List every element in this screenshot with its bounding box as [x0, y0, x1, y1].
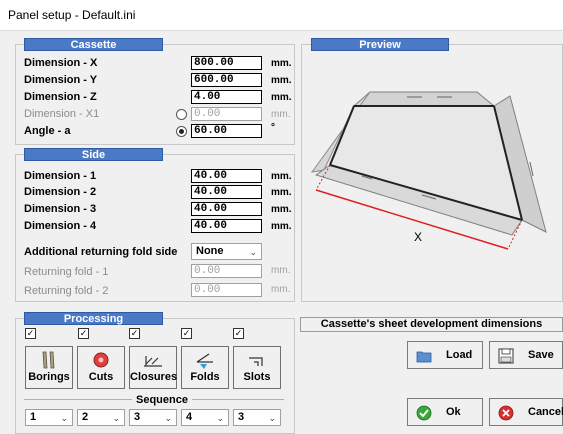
- returning-side-select[interactable]: None ⌄: [191, 243, 262, 260]
- dimension-1-input[interactable]: 40.00: [191, 169, 262, 183]
- dimension-3-unit: mm.: [271, 204, 292, 215]
- saw-blade-icon: [78, 350, 124, 370]
- chevron-down-icon: ⌄: [112, 413, 120, 423]
- borings-label: Borings: [28, 371, 70, 383]
- borings-checkbox[interactable]: ✓: [25, 328, 36, 339]
- processing-header: Processing: [24, 312, 163, 325]
- sequence-value-3: 3: [134, 411, 141, 423]
- title-bar: Panel setup - Default.ini: [0, 0, 563, 31]
- dimension-1-label: Dimension - 1: [24, 170, 97, 182]
- dimension-x-input[interactable]: 800.00: [191, 56, 262, 70]
- dimension-4-label: Dimension - 4: [24, 220, 97, 232]
- returning-fold-2-unit: mm.: [271, 284, 291, 295]
- sequence-select-5[interactable]: 3 ⌄: [233, 409, 281, 426]
- angle-a-input[interactable]: 60.00: [191, 124, 262, 138]
- returning-fold-2-label: Returning fold - 2: [24, 285, 109, 297]
- folder-icon: [416, 348, 432, 364]
- dimension-y-label: Dimension - Y: [24, 74, 98, 86]
- chevron-down-icon: ⌄: [249, 247, 257, 257]
- drill-icon: [26, 350, 72, 370]
- sequence-select-4[interactable]: 4 ⌄: [181, 409, 229, 426]
- folds-button[interactable]: Folds: [181, 346, 229, 389]
- dimension-4-unit: mm.: [271, 221, 292, 232]
- dimension-y-unit: mm.: [271, 75, 292, 86]
- dimension-y-input[interactable]: 600.00: [191, 73, 262, 87]
- dimension-x-label: Dimension - X: [24, 57, 98, 69]
- dimension-3-input[interactable]: 40.00: [191, 202, 262, 216]
- chevron-down-icon: ⌄: [164, 413, 172, 423]
- ok-button[interactable]: Ok: [407, 398, 483, 426]
- dimension-z-input[interactable]: 4.00: [191, 90, 262, 104]
- returning-fold-2-input[interactable]: 0.00: [191, 283, 262, 297]
- angle-a-unit: °: [271, 122, 275, 133]
- returning-fold-1-label: Returning fold - 1: [24, 266, 109, 278]
- side-header: Side: [24, 148, 163, 161]
- check-circle-icon: [416, 405, 432, 421]
- dimension-4-input[interactable]: 40.00: [191, 219, 262, 233]
- cancel-x-icon: [498, 405, 514, 421]
- chevron-down-icon: ⌄: [268, 413, 276, 423]
- slot-icon: [234, 350, 280, 370]
- ok-label: Ok: [446, 406, 461, 418]
- panel-flap-top: [352, 91, 496, 107]
- panel-preview-drawing: X: [310, 91, 547, 250]
- closures-button[interactable]: Closures: [129, 346, 177, 389]
- load-label: Load: [446, 349, 473, 361]
- dimension-x1-input[interactable]: 0.00: [191, 107, 262, 121]
- sequence-value-5: 3: [238, 411, 245, 423]
- save-button[interactable]: Save: [489, 341, 563, 369]
- dimension-x1-radio[interactable]: [176, 109, 187, 120]
- angle-a-radio[interactable]: [176, 126, 187, 137]
- sequence-select-2[interactable]: 2 ⌄: [77, 409, 125, 426]
- fold-icon: [182, 350, 228, 370]
- returning-side-label: Additional returning fold side: [24, 246, 178, 258]
- sequence-select-1[interactable]: 1 ⌄: [25, 409, 73, 426]
- folds-label: Folds: [190, 371, 220, 383]
- slots-checkbox[interactable]: ✓: [233, 328, 244, 339]
- slots-button[interactable]: Slots: [233, 346, 281, 389]
- closure-icon: [130, 350, 176, 370]
- sequence-value-2: 2: [82, 411, 89, 423]
- dimension-3-label: Dimension - 3: [24, 203, 97, 215]
- angle-a-label: Angle - a: [24, 125, 71, 137]
- sheet-development-button[interactable]: Cassette's sheet development dimensions: [300, 317, 563, 332]
- cuts-label: Cuts: [88, 371, 114, 383]
- dimension-1-unit: mm.: [271, 171, 292, 182]
- dimension-x1-label: Dimension - X1: [24, 108, 100, 120]
- dimension-2-label: Dimension - 2: [24, 186, 97, 198]
- chevron-down-icon: ⌄: [60, 413, 68, 423]
- cancel-button[interactable]: Cancel: [489, 398, 563, 426]
- preview-header: Preview: [311, 38, 449, 51]
- sequence-label: Sequence: [132, 394, 192, 406]
- returning-fold-1-input[interactable]: 0.00: [191, 264, 262, 278]
- chevron-down-icon: ⌄: [216, 413, 224, 423]
- borings-button[interactable]: Borings: [25, 346, 73, 389]
- cuts-button[interactable]: Cuts: [77, 346, 125, 389]
- sequence-value-4: 4: [186, 411, 193, 423]
- returning-fold-1-unit: mm.: [271, 265, 291, 276]
- slots-label: Slots: [243, 371, 271, 383]
- returning-side-value: None: [196, 245, 224, 257]
- load-button[interactable]: Load: [407, 341, 483, 369]
- floppy-disk-icon: [498, 348, 514, 364]
- window-title: Panel setup - Default.ini: [8, 8, 136, 22]
- sequence-value-1: 1: [30, 411, 37, 423]
- cuts-checkbox[interactable]: ✓: [78, 328, 89, 339]
- cancel-label: Cancel: [528, 406, 563, 418]
- sequence-select-3[interactable]: 3 ⌄: [129, 409, 177, 426]
- closures-label: Closures: [130, 371, 178, 383]
- dimension-2-input[interactable]: 40.00: [191, 185, 262, 199]
- dimension-x1-unit: mm.: [271, 109, 291, 120]
- cassette-header: Cassette: [24, 38, 163, 51]
- dimension-2-unit: mm.: [271, 187, 292, 198]
- dimension-x-unit: mm.: [271, 58, 292, 69]
- x-dimension-label: X: [414, 230, 422, 244]
- dimension-z-unit: mm.: [271, 92, 292, 103]
- dimension-z-label: Dimension - Z: [24, 91, 97, 103]
- closures-checkbox[interactable]: ✓: [129, 328, 140, 339]
- save-label: Save: [528, 349, 554, 361]
- folds-checkbox[interactable]: ✓: [181, 328, 192, 339]
